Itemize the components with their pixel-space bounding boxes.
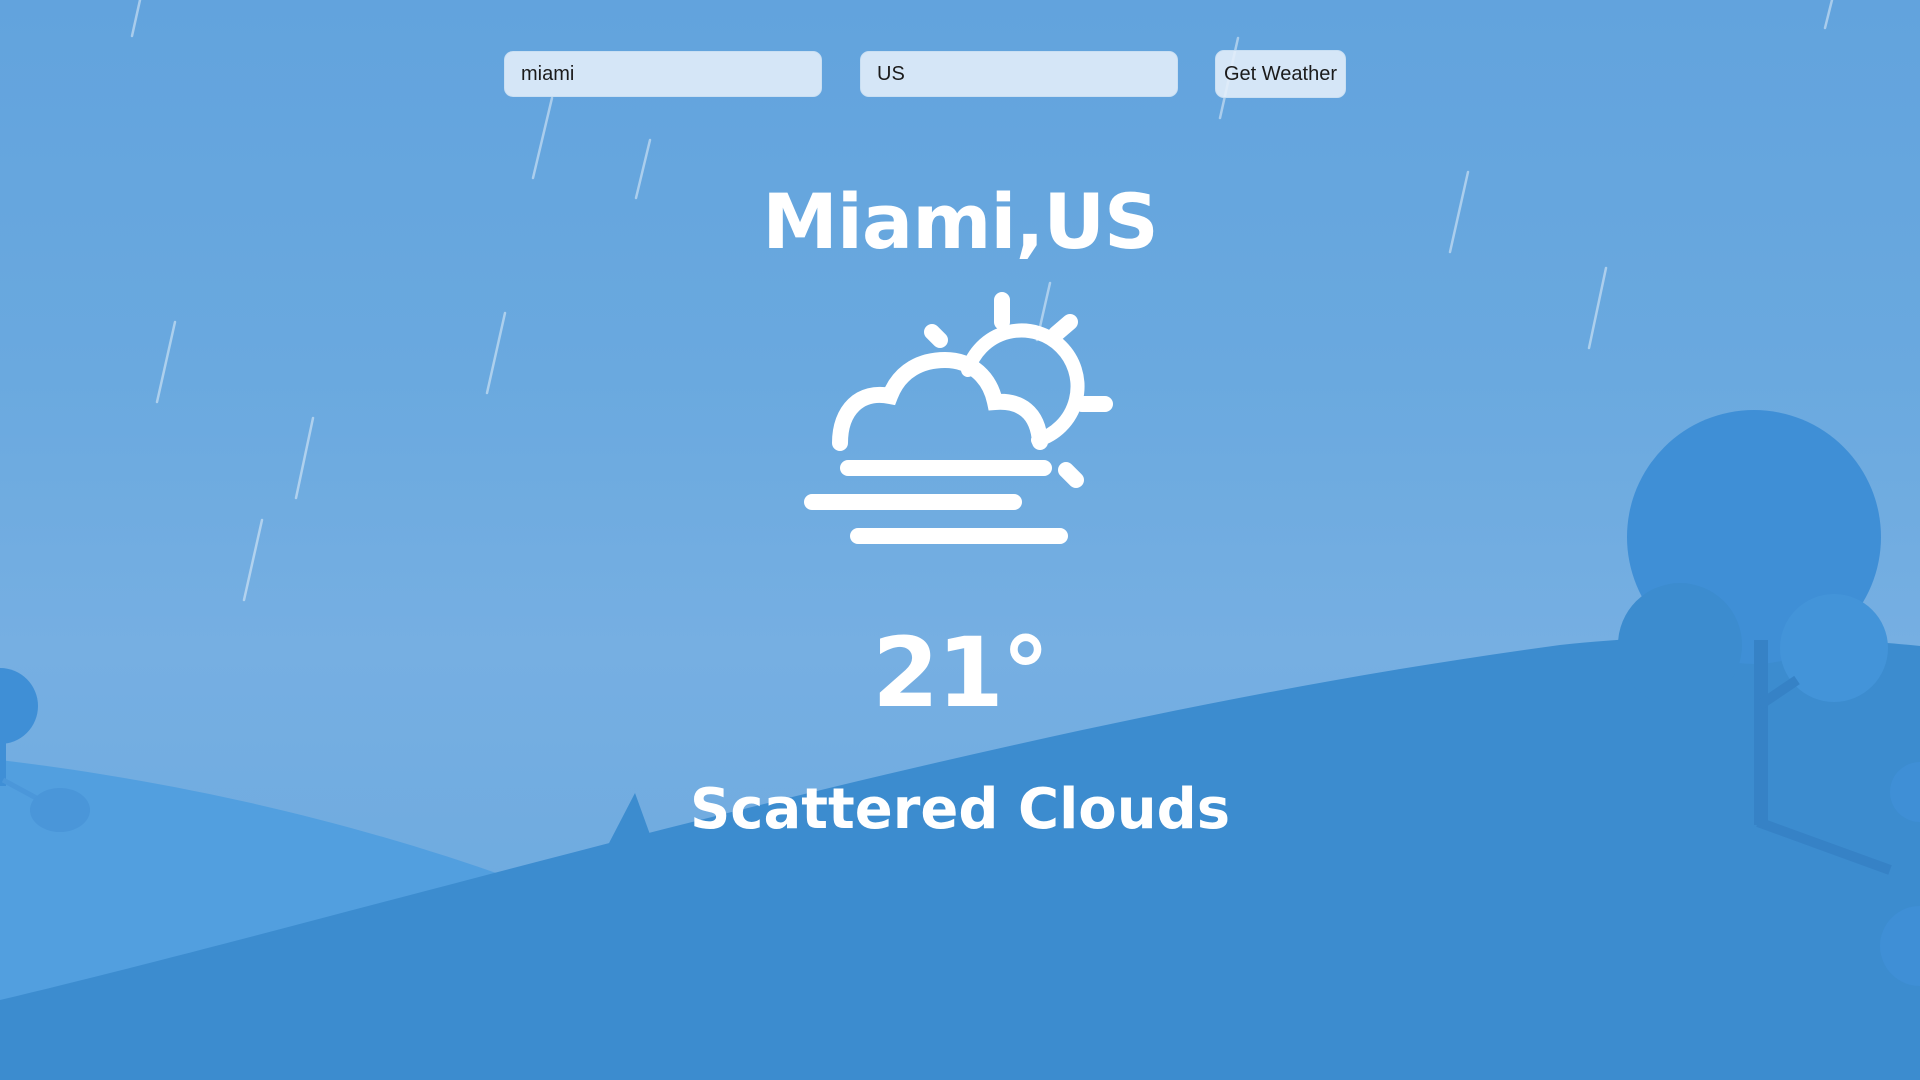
weather-card: Miami,US 21° Scattered Clouds xyxy=(0,0,1920,1080)
temperature-value: 21° xyxy=(872,617,1050,729)
weather-description: Scattered Clouds xyxy=(689,777,1231,842)
partly-cloudy-fog-icon xyxy=(804,292,1113,544)
weather-app: Get Weather Miami,US 21° Scattered Cloud… xyxy=(0,0,1920,1080)
location-title: Miami,US xyxy=(762,177,1159,266)
